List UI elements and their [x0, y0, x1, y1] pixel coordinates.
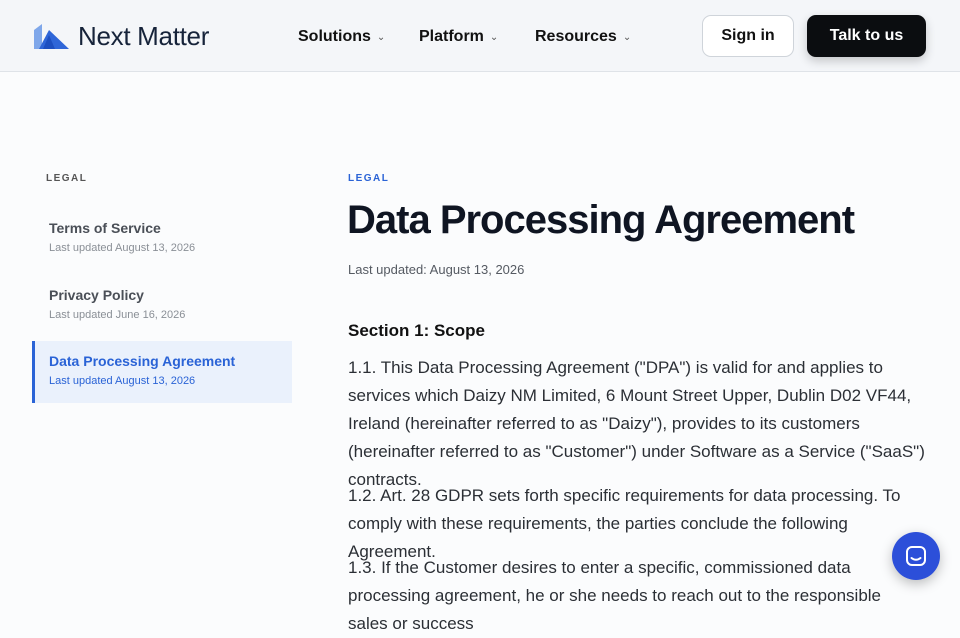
page-eyebrow: LEGAL — [348, 173, 390, 184]
chat-launcher-button[interactable] — [892, 532, 940, 580]
paragraph-1-1: 1.1. This Data Processing Agreement ("DP… — [348, 358, 925, 489]
nav-label: Resources — [535, 28, 617, 45]
sidebar-item-privacy-policy[interactable]: Privacy Policy Last updated June 16, 202… — [32, 275, 292, 337]
chevron-down-icon: ⌄ — [489, 31, 499, 43]
brand-name: Next Matter — [78, 21, 210, 51]
sidebar-item-date: Last updated June 16, 2026 — [49, 309, 186, 321]
sidebar-item-title: Terms of Service — [49, 220, 161, 236]
chevron-down-icon: ⌄ — [376, 31, 386, 43]
chat-icon — [906, 546, 926, 566]
sidebar-heading: LEGAL — [46, 173, 88, 184]
sidebar-item-date: Last updated August 13, 2026 — [49, 375, 196, 387]
nav-label: Platform — [419, 28, 484, 45]
nav-platform[interactable]: Platform ⌄ — [419, 28, 498, 46]
sidebar-item-data-processing-agreement[interactable]: Data Processing Agreement Last updated A… — [32, 341, 292, 403]
page-title: Data Processing Agreement — [347, 198, 855, 242]
brand-logo[interactable]: Next Matter — [33, 22, 209, 50]
nav-label: Solutions — [298, 28, 371, 45]
section-heading: Section 1: Scope — [348, 321, 485, 340]
sign-in-button[interactable]: Sign in — [702, 15, 794, 57]
logo-mark-icon — [34, 24, 69, 49]
paragraph-1-3: 1.3. If the Customer desires to enter a … — [348, 558, 882, 633]
last-updated: Last updated: August 13, 2026 — [348, 262, 525, 277]
sidebar-item-title: Data Processing Agreement — [49, 353, 236, 369]
chevron-down-icon: ⌄ — [622, 31, 632, 43]
nav-resources[interactable]: Resources ⌄ — [535, 28, 631, 46]
sidebar-item-date: Last updated August 13, 2026 — [49, 242, 196, 254]
site-header: Next Matter Solutions ⌄ Platform ⌄ Resou… — [0, 0, 960, 72]
nav-solutions[interactable]: Solutions ⌄ — [298, 28, 385, 46]
talk-to-us-button[interactable]: Talk to us — [807, 15, 926, 57]
sidebar-item-title: Privacy Policy — [49, 287, 144, 303]
sidebar-item-terms-of-service[interactable]: Terms of Service Last updated August 13,… — [32, 208, 292, 270]
